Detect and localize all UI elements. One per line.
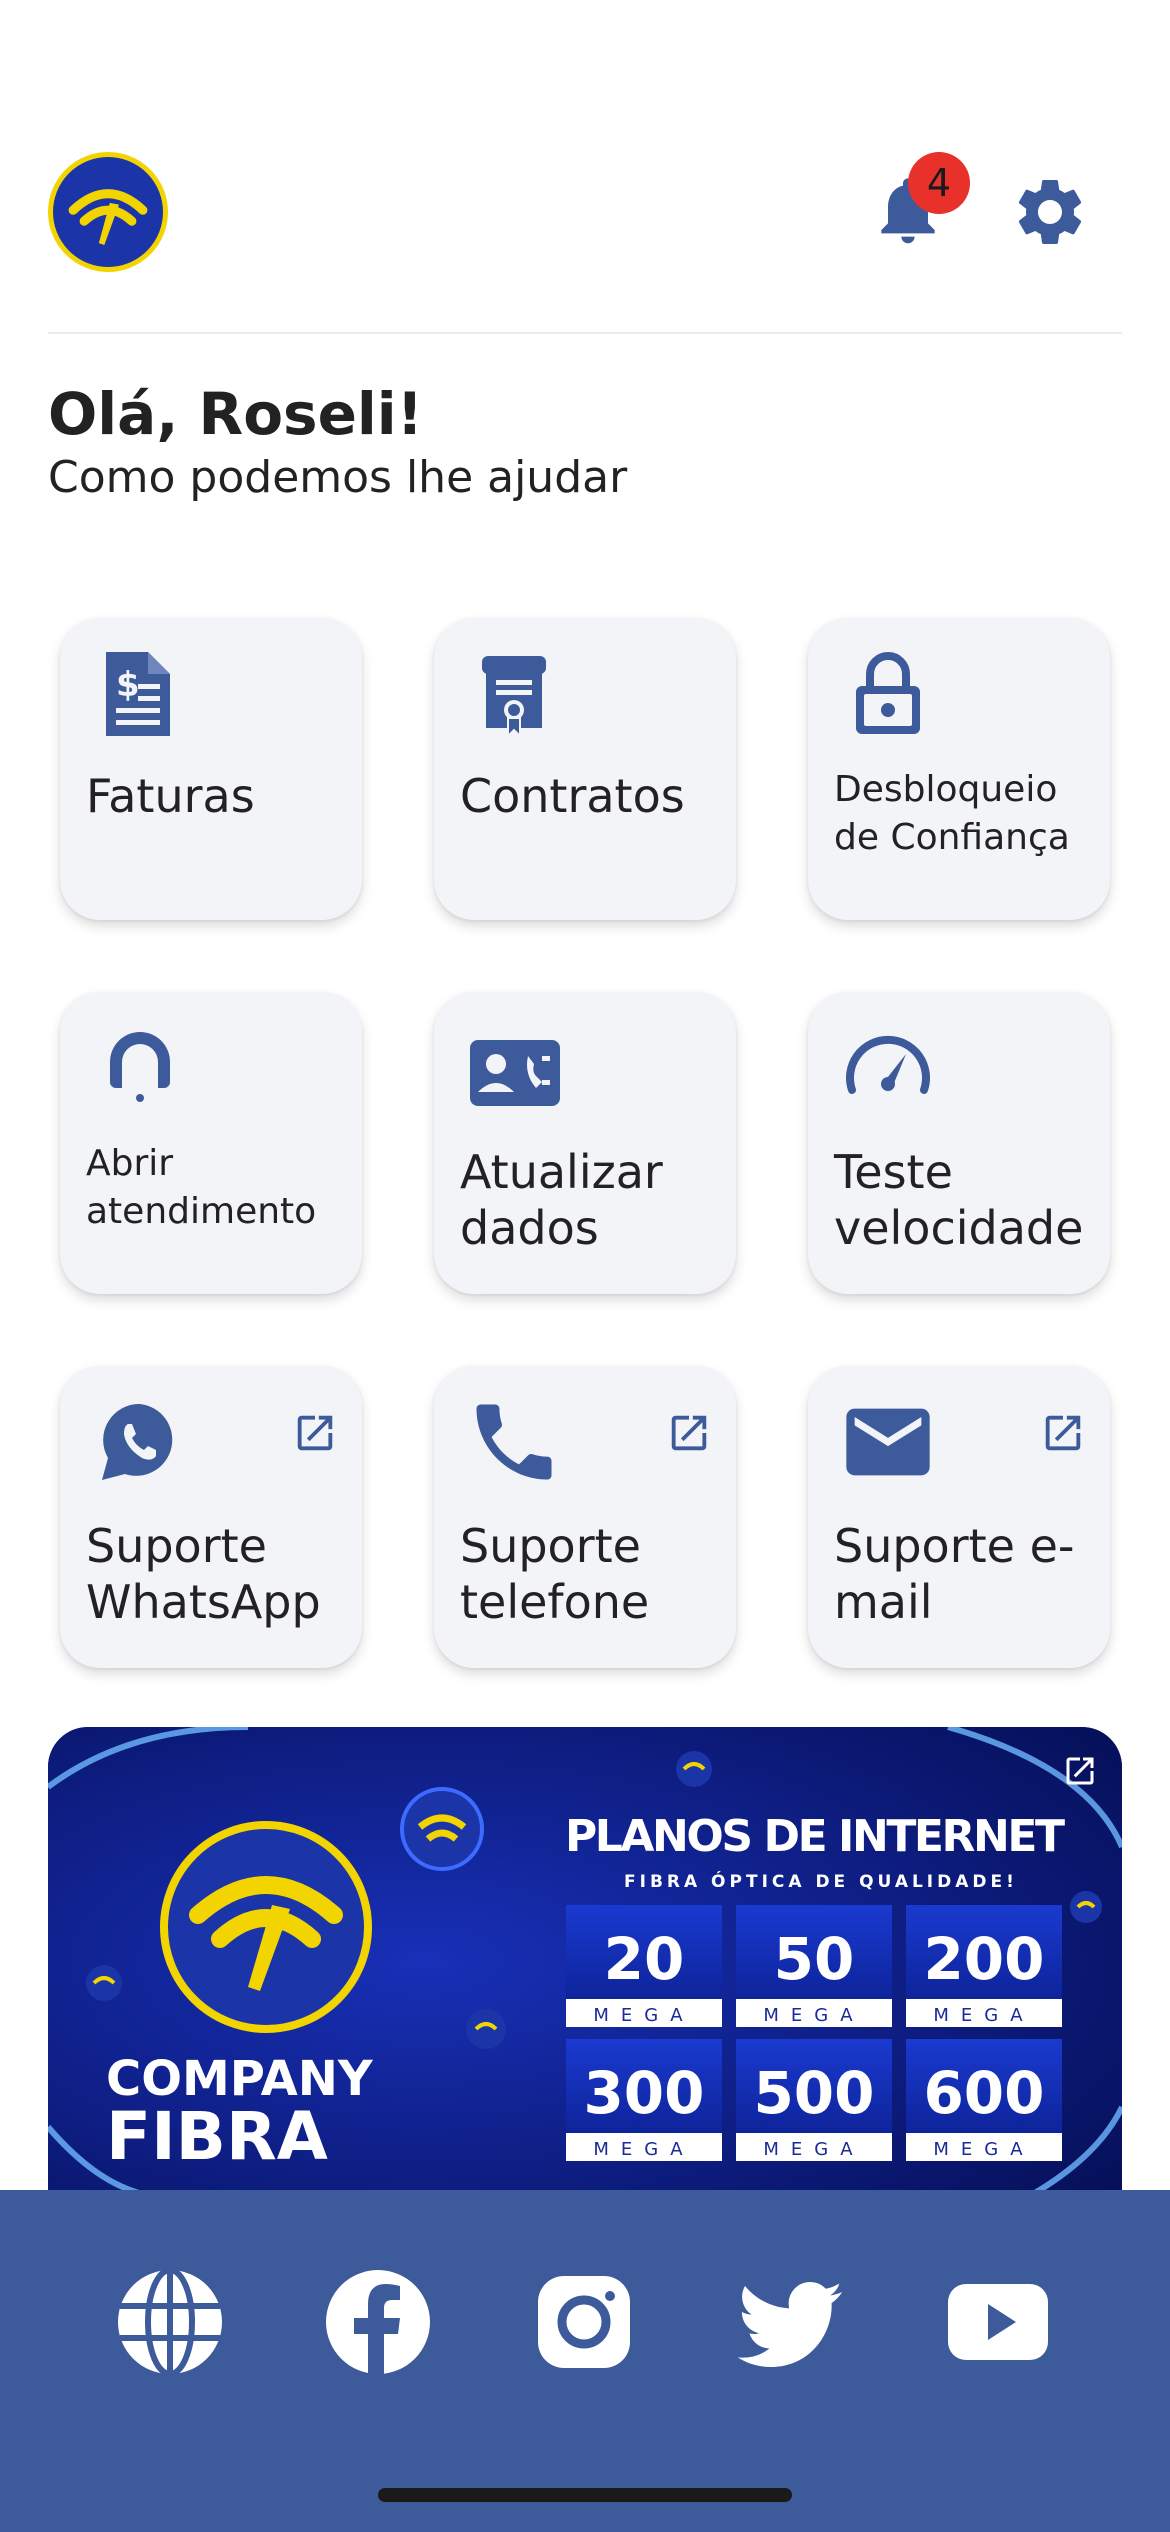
phone-icon — [464, 1392, 564, 1492]
home-indicator[interactable] — [378, 2488, 792, 2502]
desbloqueio-card[interactable]: Desbloqueio de Confiança — [808, 618, 1110, 920]
contract-icon — [464, 644, 564, 744]
plan-speed: 20 — [604, 1925, 685, 1993]
plan-unit: MEGA — [593, 2139, 694, 2160]
settings-gear-icon[interactable] — [1010, 172, 1090, 252]
youtube-icon[interactable] — [938, 2262, 1058, 2382]
social-footer — [0, 2190, 1170, 2532]
plan-unit: MEGA — [763, 2139, 864, 2160]
plan-tile: 300 MEGA — [566, 2039, 722, 2161]
plan-speed: 200 — [923, 1925, 1044, 1993]
greeting-title: Olá, Roseli! — [48, 380, 424, 448]
plan-speed: 300 — [583, 2059, 704, 2127]
plan-tile: 200 MEGA — [906, 1905, 1062, 2027]
contact-card-icon — [464, 1018, 564, 1118]
internet-plans-banner[interactable]: COMPANY FIBRA PLANOS DE INTERNET FIBRA Ó… — [48, 1727, 1122, 2197]
abrir-atendimento-card[interactable]: Abrir atendimento — [60, 992, 362, 1294]
plan-tile: 600 MEGA — [906, 2039, 1062, 2161]
desbloqueio-label: Desbloqueio de Confiança — [834, 769, 1070, 858]
external-link-icon — [1040, 1410, 1086, 1456]
plan-speed: 50 — [774, 1925, 855, 1993]
contratos-label: Contratos — [460, 769, 685, 823]
header-divider — [48, 332, 1122, 334]
faturas-label: Faturas — [86, 769, 255, 823]
banner-title: PLANOS DE INTERNET — [565, 1811, 1065, 1862]
plan-unit: MEGA — [593, 2005, 694, 2026]
plan-tile: 50 MEGA — [736, 1905, 892, 2027]
banner-brand-line2: FIBRA — [106, 2098, 328, 2175]
suporte-whatsapp-card[interactable]: Suporte WhatsApp — [60, 1366, 362, 1668]
external-link-icon — [666, 1410, 712, 1456]
suporte-whatsapp-label: Suporte WhatsApp — [86, 1519, 321, 1629]
plan-speed: 500 — [753, 2059, 874, 2127]
company-logo — [48, 152, 168, 272]
suporte-telefone-card[interactable]: Suporte telefone — [434, 1366, 736, 1668]
whatsapp-icon — [90, 1392, 190, 1492]
unlock-icon — [838, 644, 938, 744]
instagram-icon[interactable] — [524, 2262, 644, 2382]
teste-velocidade-card[interactable]: Teste velocidade — [808, 992, 1110, 1294]
email-icon — [838, 1392, 938, 1492]
external-link-icon — [292, 1410, 338, 1456]
suporte-email-label: Suporte e-mail — [834, 1519, 1075, 1629]
contratos-card[interactable]: Contratos — [434, 618, 736, 920]
speedometer-icon — [838, 1018, 938, 1118]
plan-unit: MEGA — [933, 2139, 1034, 2160]
plan-unit: MEGA — [763, 2005, 864, 2026]
app-header: 4 — [0, 0, 1170, 334]
svg-text:$: $ — [116, 665, 140, 705]
faturas-card[interactable]: $ Faturas — [60, 618, 362, 920]
greeting-subtitle: Como podemos lhe ajudar — [48, 452, 628, 503]
notification-count-badge: 4 — [908, 152, 970, 214]
atualizar-dados-label: Atualizar dados — [460, 1145, 663, 1255]
atualizar-dados-card[interactable]: Atualizar dados — [434, 992, 736, 1294]
banner-subtitle: FIBRA ÓPTICA DE QUALIDADE! — [624, 1870, 1018, 1892]
twitter-icon[interactable] — [730, 2262, 850, 2382]
plan-tile: 500 MEGA — [736, 2039, 892, 2161]
plan-unit: MEGA — [933, 2005, 1034, 2026]
abrir-atendimento-label: Abrir atendimento — [86, 1143, 317, 1232]
facebook-icon[interactable] — [318, 2262, 438, 2382]
plan-speed: 600 — [923, 2059, 1044, 2127]
teste-velocidade-label: Teste velocidade — [834, 1145, 1084, 1255]
globe-icon[interactable] — [110, 2262, 230, 2382]
suporte-email-card[interactable]: Suporte e-mail — [808, 1366, 1110, 1668]
support-agent-icon — [90, 1018, 190, 1118]
invoice-icon: $ — [90, 644, 190, 744]
plan-tile: 20 MEGA — [566, 1905, 722, 2027]
suporte-telefone-label: Suporte telefone — [460, 1519, 650, 1629]
